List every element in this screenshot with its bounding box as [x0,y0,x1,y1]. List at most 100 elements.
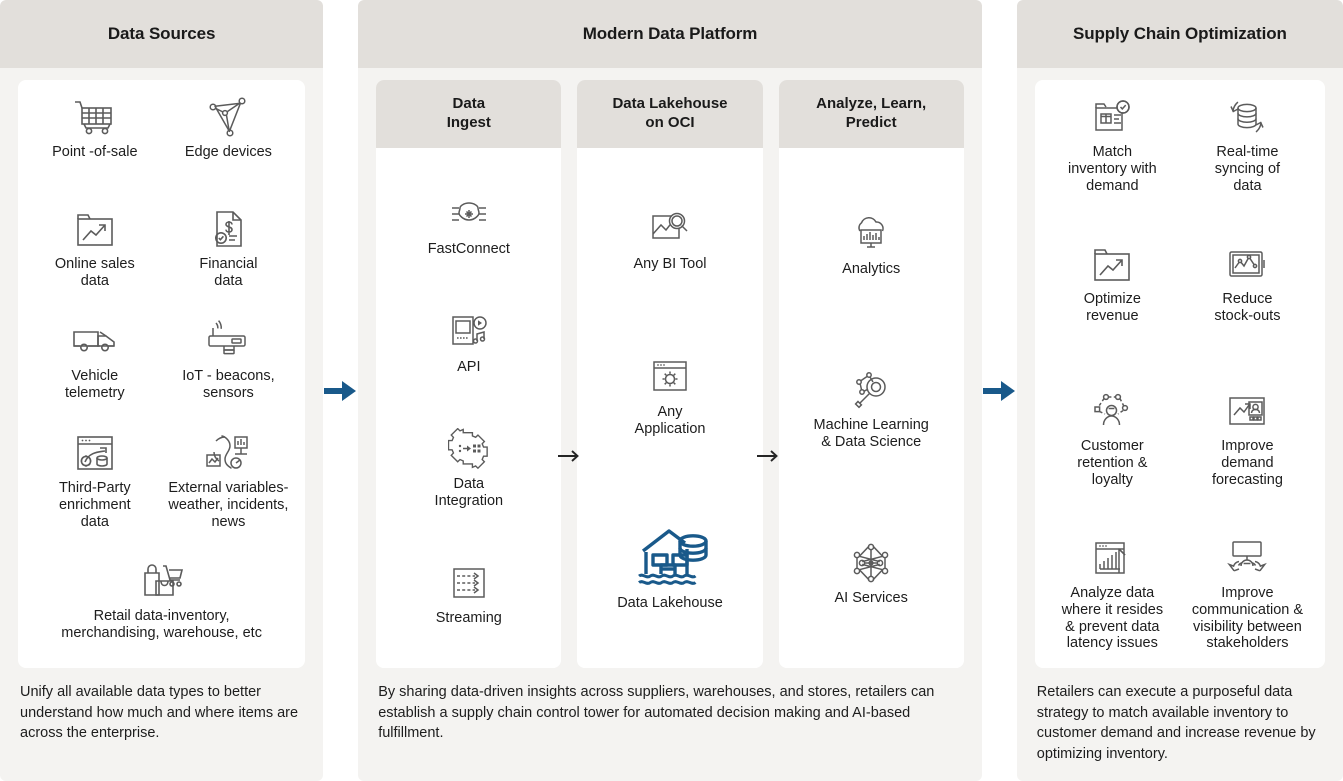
caption-supply-chain-optimization: Retailers can execute a purposeful data … [1036,684,1316,762]
subcolumn-body-data-lakehouse-oci: Any BI Tool Any Application Data Lakehou… [577,148,763,668]
subcolumn-title: Analyze, Learn, Predict [816,95,927,131]
item-point-of-sale[interactable]: Point -of-sale [32,94,158,206]
item-label: Online sales data [54,256,135,289]
item-retail-data-inventory[interactable]: Retail data-inventory, merchandising, wa… [28,558,295,662]
api-device-media-icon [448,309,490,355]
item-any-application[interactable]: Any Application [583,354,756,438]
item-iot-beacons-sensors[interactable]: IoT - beacons, sensors [166,318,292,430]
item-data-integration[interactable]: Data Integration [382,426,555,510]
item-any-bi-tool[interactable]: Any BI Tool [583,206,756,273]
delivery-van-icon [71,318,119,364]
item-label: Reduce stock-outs [1214,291,1281,324]
page-title-data-sources: Data Sources [107,24,216,43]
subcolumn-data-lakehouse-oci: Data Lakehouse on OCI Any BI Tool Any Ap… [577,80,763,668]
arrow-lakehouse-to-analyze [757,448,781,466]
subcolumn-header-data-lakehouse-oci: Data Lakehouse on OCI [577,80,763,148]
panel-body-modern-data-platform: Data Ingest FastConnect API Data Integra… [358,68,982,781]
item-improve-communication-visibility[interactable]: Improve communication & visibility betwe… [1184,535,1311,682]
improve-demand-forecasting-icon [1225,388,1269,434]
arrow-right-icon [982,380,1015,401]
item-analytics[interactable]: Analytics [785,211,958,278]
item-label: Data Lakehouse [617,594,723,611]
item-label: Analytics [842,260,901,277]
page-title-supply-chain-optimization: Supply Chain Optimization [1073,24,1287,43]
panel-header-modern-data-platform: Modern Data Platform [358,0,982,68]
subcolumn-header-analyze-learn-predict: Analyze, Learn, Predict [778,80,964,148]
customer-retention-loyalty-icon [1090,388,1134,434]
item-label: Financial data [199,256,258,289]
item-label: Improve communication & visibility betwe… [1191,585,1304,652]
item-label: FastConnect [427,241,510,258]
edge-devices-network-icon [205,94,251,140]
item-label: Retail data-inventory, merchandising, wa… [61,608,262,641]
item-financial-data[interactable]: Financial data [166,206,292,318]
item-streaming[interactable]: Streaming [382,560,555,627]
financial-document-dollar-icon [207,206,249,252]
any-application-window-gear-icon [649,354,691,400]
panel-body-data-sources: Point -of-sale Edge devices Online sales… [0,68,323,781]
realtime-sync-database-icon [1225,94,1269,140]
item-online-sales-data[interactable]: Online sales data [32,206,158,318]
arrow-ingest-to-lakehouse [558,448,582,466]
any-bi-tool-magnifier-chart-icon [648,206,692,252]
platform-subcolumns: Data Ingest FastConnect API Data Integra… [376,80,964,668]
icon-grid-outcomes: Match inventory with demand Real-time sy… [1045,94,1315,658]
improve-communication-presentation-icon [1224,535,1270,581]
analyze-data-bar-growth-icon [1091,535,1133,581]
item-label: Data Integration [434,475,504,509]
item-api[interactable]: API [382,309,555,376]
item-machine-learning-data-science[interactable]: Machine Learning & Data Science [785,367,958,451]
item-vehicle-telemetry[interactable]: Vehicle telemetry [32,318,158,430]
match-inventory-check-icon [1090,94,1134,140]
item-improve-demand-forecasting[interactable]: Improve demand forecasting [1184,388,1311,535]
subcolumn-title: Data Ingest [446,95,491,131]
item-match-inventory-with-demand[interactable]: Match inventory with demand [1049,94,1176,241]
item-real-time-syncing[interactable]: Real-time syncing of data [1184,94,1311,241]
item-label: Match inventory with demand [1068,144,1157,194]
item-edge-devices[interactable]: Edge devices [166,94,292,206]
item-optimize-revenue[interactable]: Optimize revenue [1049,241,1176,388]
subcolumn-body-data-ingest: FastConnect API Data Integration Streami… [376,148,562,668]
page-title-modern-data-platform: Modern Data Platform [582,24,758,43]
item-fastconnect[interactable]: FastConnect [382,191,555,258]
item-data-lakehouse[interactable]: Data Lakehouse [583,519,756,612]
item-reduce-stock-outs[interactable]: Reduce stock-outs [1184,241,1311,388]
item-customer-retention-loyalty[interactable]: Customer retention & loyalty [1049,388,1176,535]
item-label: AI Services [834,590,908,607]
retail-inventory-cart-bag-icon [138,558,186,604]
item-external-variables[interactable]: External variables- weather, incidents, … [166,430,292,558]
item-ai-services[interactable]: AI Services [785,540,958,607]
subcolumn-title: Data Lakehouse on OCI [612,95,728,131]
fastconnect-node-icon [447,191,491,237]
panel-modern-data-platform: Modern Data Platform Data Ingest FastCon… [358,0,982,781]
icon-grid-data-sources: Point -of-sale Edge devices Online sales… [28,94,295,658]
item-label: Optimize revenue [1083,291,1141,324]
subcolumn-data-ingest: Data Ingest FastConnect API Data Integra… [376,80,562,668]
item-label: Point -of-sale [52,144,138,160]
subcolumn-header-data-ingest: Data Ingest [376,80,562,148]
item-label: Improve demand forecasting [1211,438,1283,488]
external-variables-icon [205,430,251,476]
item-label: Machine Learning & Data Science [813,417,929,450]
card-supply-chain-outcomes: Match inventory with demand Real-time sy… [1034,80,1325,668]
streaming-arrows-icon [449,560,489,606]
item-third-party-enrichment[interactable]: Third-Party enrichment data [32,430,158,558]
panel-body-supply-chain-optimization: Match inventory with demand Real-time sy… [1017,68,1343,781]
item-analyze-data-where-it-resides[interactable]: Analyze data where it resides & prevent … [1049,535,1176,682]
arrow-sources-to-platform [323,0,358,781]
item-label: Real-time syncing of data [1214,144,1281,194]
panel-supply-chain-optimization: Supply Chain Optimization Match inventor… [1016,0,1343,781]
panel-data-sources: Data Sources Point -of-sale Edge devices… [0,0,324,781]
item-label: Analyze data where it resides & prevent … [1061,585,1164,652]
item-label: Edge devices [184,144,272,160]
arrow-right-icon [324,380,357,401]
reduce-stockouts-screen-icon [1225,241,1269,287]
item-label: Any BI Tool [633,256,707,273]
item-label: Customer retention & loyalty [1077,438,1148,488]
item-label: Streaming [435,609,502,626]
card-data-sources: Point -of-sale Edge devices Online sales… [18,80,306,668]
third-party-enrichment-icon [73,430,117,476]
item-label: Third-Party enrichment data [58,480,131,530]
item-label: External variables- weather, incidents, … [168,480,289,530]
iot-sensor-beacon-icon [204,318,252,364]
